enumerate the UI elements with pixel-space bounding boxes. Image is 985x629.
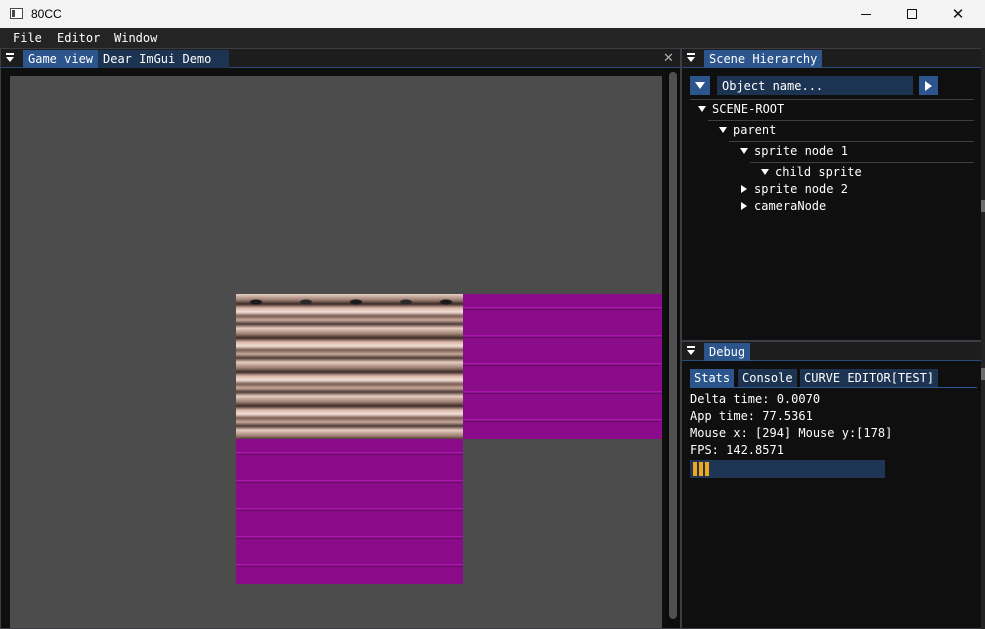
tab-curve-editor[interactable]: CURVE EDITOR[TEST] <box>800 369 939 388</box>
maximize-button[interactable] <box>889 0 935 28</box>
collapsed-arrow-icon <box>741 202 747 210</box>
tree-separator <box>750 162 974 163</box>
debug-panel: Debug Stats Console CURVE EDITOR[TEST] D… <box>681 341 985 629</box>
tree-node-sprite-node-2[interactable]: sprite node 2 <box>740 182 848 196</box>
tree-node-scene-root[interactable]: SCENE-ROOT <box>698 102 784 116</box>
tab-scene-hierarchy[interactable]: Scene Hierarchy <box>704 50 823 68</box>
expand-arrow-icon <box>740 148 748 154</box>
object-name-input[interactable] <box>717 76 913 95</box>
collapsed-arrow-icon <box>741 185 747 193</box>
scene-hierarchy-header: Scene Hierarchy <box>682 49 984 68</box>
tree-separator <box>690 99 974 100</box>
tree-node-camera-node[interactable]: cameraNode <box>740 199 826 213</box>
tab-stats[interactable]: Stats <box>690 369 735 388</box>
tree-separator <box>708 120 974 121</box>
scrollbar-thumb[interactable] <box>669 72 677 619</box>
app-time-readout: App time: 77.5361 <box>690 409 813 423</box>
tree-node-parent[interactable]: parent <box>719 123 776 137</box>
tab-imgui-demo[interactable]: Dear ImGui Demo <box>98 50 229 68</box>
mouse-position-readout: Mouse x: [294] Mouse y:[178] <box>690 426 893 440</box>
scene-hierarchy-panel: Scene Hierarchy SCENE-ROOT parent sprite… <box>681 48 985 341</box>
hierarchy-filter-row <box>690 76 980 96</box>
minimize-icon <box>861 13 871 15</box>
fps-progress-bar <box>690 460 885 478</box>
subtab-underline <box>690 387 977 388</box>
close-icon: ✕ <box>951 5 965 23</box>
tree-node-label: sprite node 2 <box>754 182 848 196</box>
main-menu-bar: File Editor Window <box>0 28 985 48</box>
tree-node-label: child sprite <box>775 165 862 179</box>
tree-node-sprite-node-1[interactable]: sprite node 1 <box>740 144 848 158</box>
edge-marker <box>981 368 985 380</box>
tree-node-label: parent <box>733 123 777 137</box>
search-button[interactable] <box>919 76 938 95</box>
expand-arrow-icon <box>761 169 769 175</box>
game-view-header: Game view Dear ImGui Demo ✕ <box>1 49 680 68</box>
fps-readout: FPS: 142.8571 <box>690 443 784 457</box>
close-window-button[interactable]: ✕ <box>935 0 981 28</box>
tab-debug[interactable]: Debug <box>704 343 751 361</box>
sprite-texture-magenta-bottom <box>236 439 463 584</box>
tree-node-label: SCENE-ROOT <box>712 102 785 116</box>
close-tab-icon[interactable]: ✕ <box>663 51 674 66</box>
game-view-panel: Game view Dear ImGui Demo ✕ <box>0 48 681 629</box>
play-arrow-icon <box>925 80 932 91</box>
window-menu-icon[interactable] <box>5 52 15 64</box>
game-view-scrollbar[interactable] <box>666 69 680 628</box>
tree-node-label: sprite node 1 <box>754 144 848 158</box>
tree-node-child-sprite[interactable]: child sprite <box>761 165 862 179</box>
expand-arrow-icon <box>719 127 727 133</box>
menu-file[interactable]: File <box>13 31 42 45</box>
tree-node-label: cameraNode <box>754 199 827 213</box>
chevron-down-icon <box>695 82 705 89</box>
window-titlebar: 80CC ✕ <box>0 0 985 28</box>
delta-time-readout: Delta time: 0.0070 <box>690 392 821 406</box>
window-menu-icon[interactable] <box>686 345 696 357</box>
menu-editor[interactable]: Editor <box>57 31 100 45</box>
tab-console[interactable]: Console <box>738 369 797 388</box>
minimize-button[interactable] <box>843 0 889 28</box>
tab-game-view[interactable]: Game view <box>23 50 99 68</box>
maximize-icon <box>907 9 917 19</box>
fps-progress-fill <box>693 462 711 476</box>
menu-window[interactable]: Window <box>114 31 157 45</box>
expand-arrow-icon <box>698 106 706 112</box>
filter-dropdown-button[interactable] <box>690 76 710 95</box>
tree-separator <box>729 141 974 142</box>
window-right-edge <box>981 48 985 629</box>
sprite-texture-photo <box>236 294 463 439</box>
game-viewport[interactable] <box>10 76 662 628</box>
debug-header: Debug <box>682 342 984 361</box>
app-icon <box>10 8 23 19</box>
window-menu-icon[interactable] <box>686 52 696 64</box>
edge-marker <box>981 200 985 212</box>
sprite-texture-magenta-right <box>463 294 662 439</box>
window-title: 80CC <box>31 7 62 21</box>
